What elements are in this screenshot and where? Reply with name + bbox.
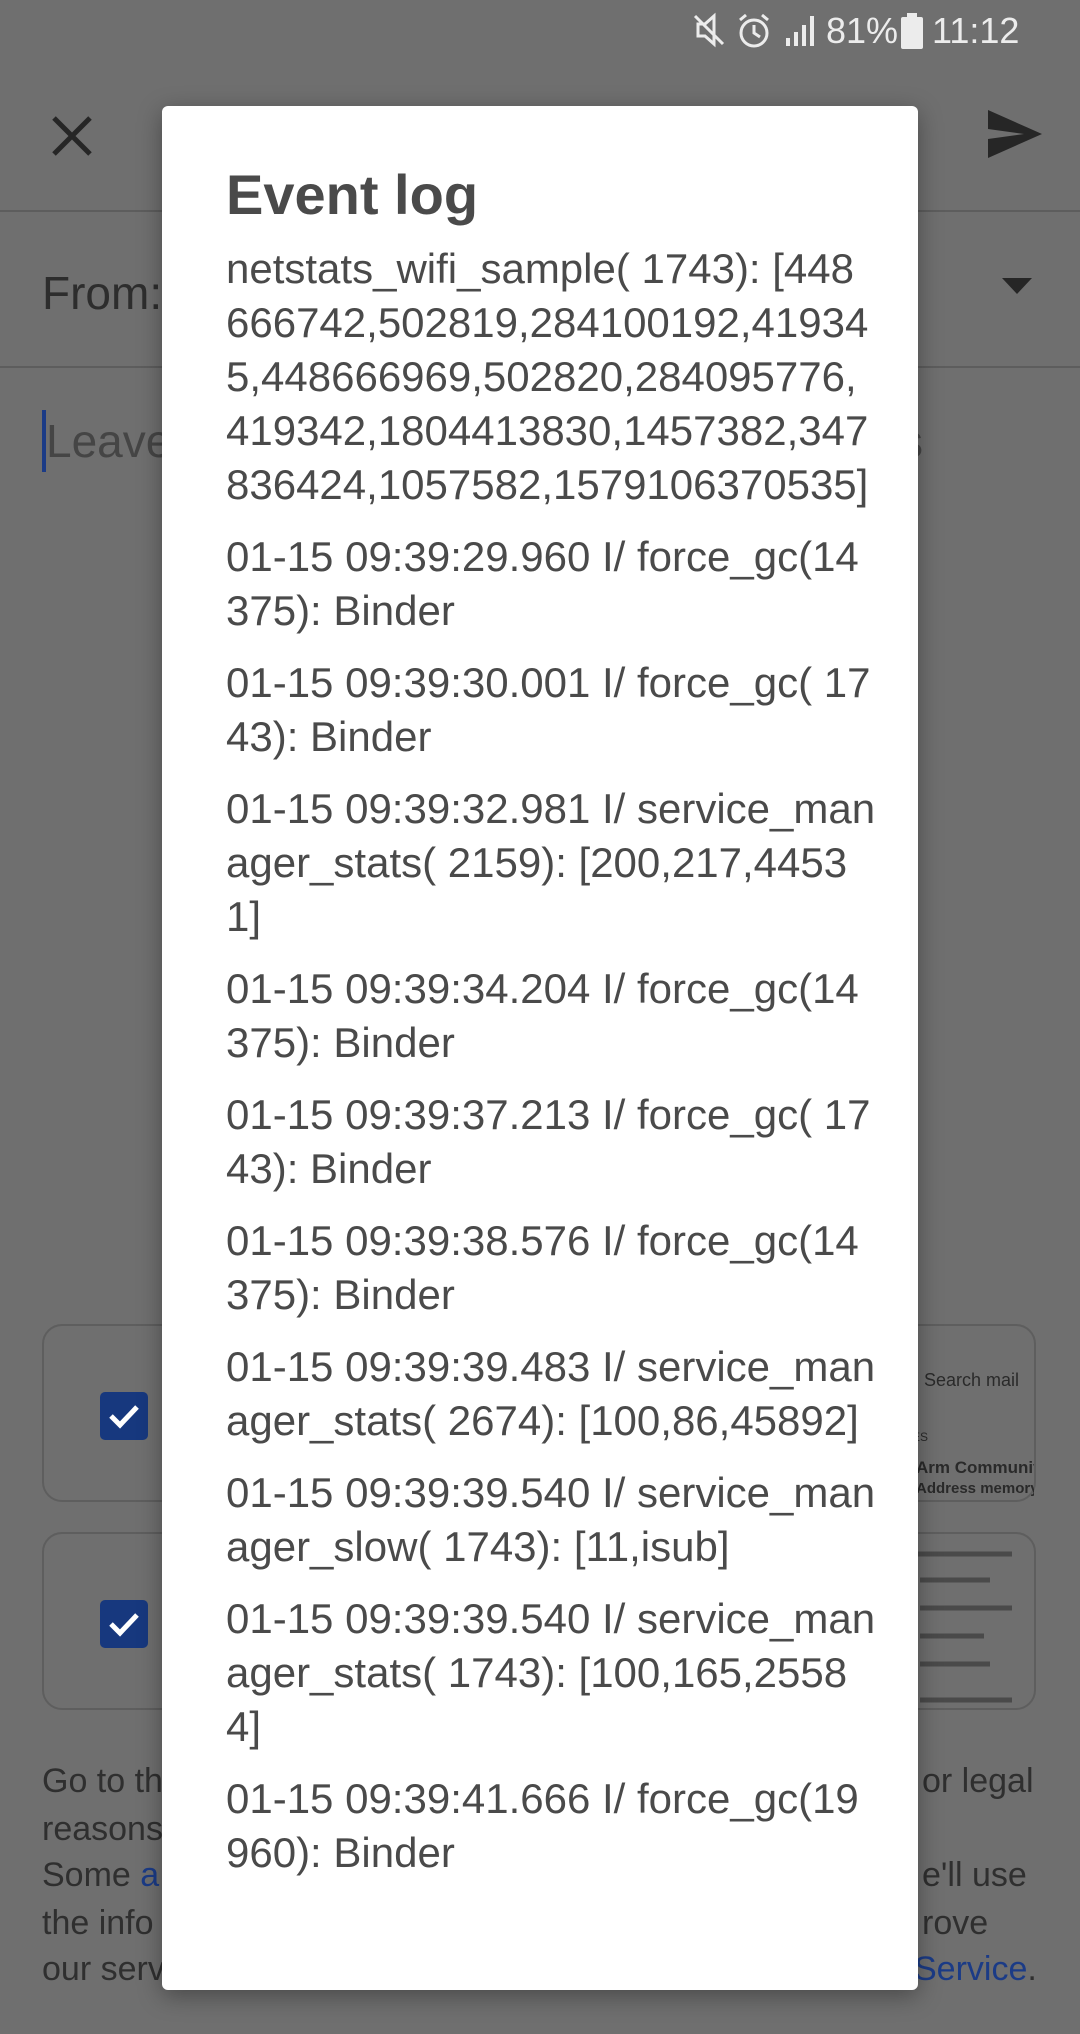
status-bar: 81% 11:12 <box>0 0 1080 64</box>
battery-percent: 81% <box>826 10 899 51</box>
from-label: From: <box>42 267 163 319</box>
checkbox-checked[interactable] <box>100 1392 148 1440</box>
terms-of-service-link[interactable]: Service <box>914 1950 1027 1988</box>
footer-line-3-left: Some a <box>42 1856 159 1895</box>
log-entry: 01-15 09:39:38.576 I/ force_gc(14375): B… <box>226 1217 859 1318</box>
footer-line-2-left: reasons <box>42 1810 163 1848</box>
battery-icon <box>900 12 924 59</box>
footer-line-5-left: our serv <box>42 1950 165 1988</box>
preview-title-text: Arm Communit <box>916 1458 1034 1477</box>
close-icon[interactable] <box>50 114 94 163</box>
screenshot-preview: Search mail ES Arm Communit Address memo… <box>900 1326 1034 1500</box>
logs-preview-lines <box>900 1550 1034 1710</box>
log-entry: 01-15 09:39:32.981 I/ service_manager_st… <box>226 785 876 940</box>
footer-line-3-right: e'll use <box>922 1856 1027 1894</box>
send-icon[interactable] <box>986 108 1044 165</box>
alarm-icon <box>736 12 772 59</box>
checkbox-checked[interactable] <box>100 1600 148 1648</box>
footer-period: . <box>1027 1950 1037 1988</box>
log-entry: 01-15 09:39:41.666 I/ force_gc(19960): B… <box>226 1775 859 1876</box>
footer-link-a[interactable]: a <box>140 1856 159 1894</box>
preview-search-text: Search mail <box>924 1370 1020 1390</box>
dialog-title: Event log <box>226 163 479 226</box>
clock: 11:12 <box>932 10 1020 51</box>
log-entry: 01-15 09:39:39.540 I/ service_manager_st… <box>226 1595 876 1750</box>
log-entry: 01-15 09:39:39.540 I/ service_manager_sl… <box>226 1469 876 1570</box>
footer-line-1-right: or legal <box>922 1762 1034 1800</box>
log-entry: netstats_wifi_sample( 1743): [448666742,… <box>226 245 869 508</box>
footer-line-5-right: Service. <box>914 1950 1037 1989</box>
log-entry: 01-15 09:39:37.213 I/ force_gc( 1743): B… <box>226 1091 871 1192</box>
log-entry: 01-15 09:39:30.001 I/ force_gc( 1743): B… <box>226 659 871 760</box>
footer-line-4-left: the info <box>42 1904 154 1942</box>
footer-line-3-text: Some <box>42 1856 131 1894</box>
chevron-down-icon[interactable] <box>1002 278 1032 299</box>
footer-line-1-left: Go to th <box>42 1762 163 1800</box>
log-entry: 01-15 09:39:29.960 I/ force_gc(14375): B… <box>226 533 859 634</box>
log-entry: 01-15 09:39:34.204 I/ force_gc(14375): B… <box>226 965 859 1066</box>
event-log-dialog: Event log netstats_wifi_sample( 1743): [… <box>162 106 918 1990</box>
log-entry: 01-15 09:39:39.483 I/ service_manager_st… <box>226 1343 876 1444</box>
signal-icon <box>784 12 818 57</box>
mute-icon <box>692 12 726 57</box>
preview-subtitle-text: Address memory <box>916 1480 1034 1497</box>
footer-line-4-right: rove <box>922 1904 989 1942</box>
event-log-list[interactable]: netstats_wifi_sample( 1743): [448666742,… <box>226 242 876 1898</box>
body-input[interactable]: Leave <box>46 414 171 468</box>
